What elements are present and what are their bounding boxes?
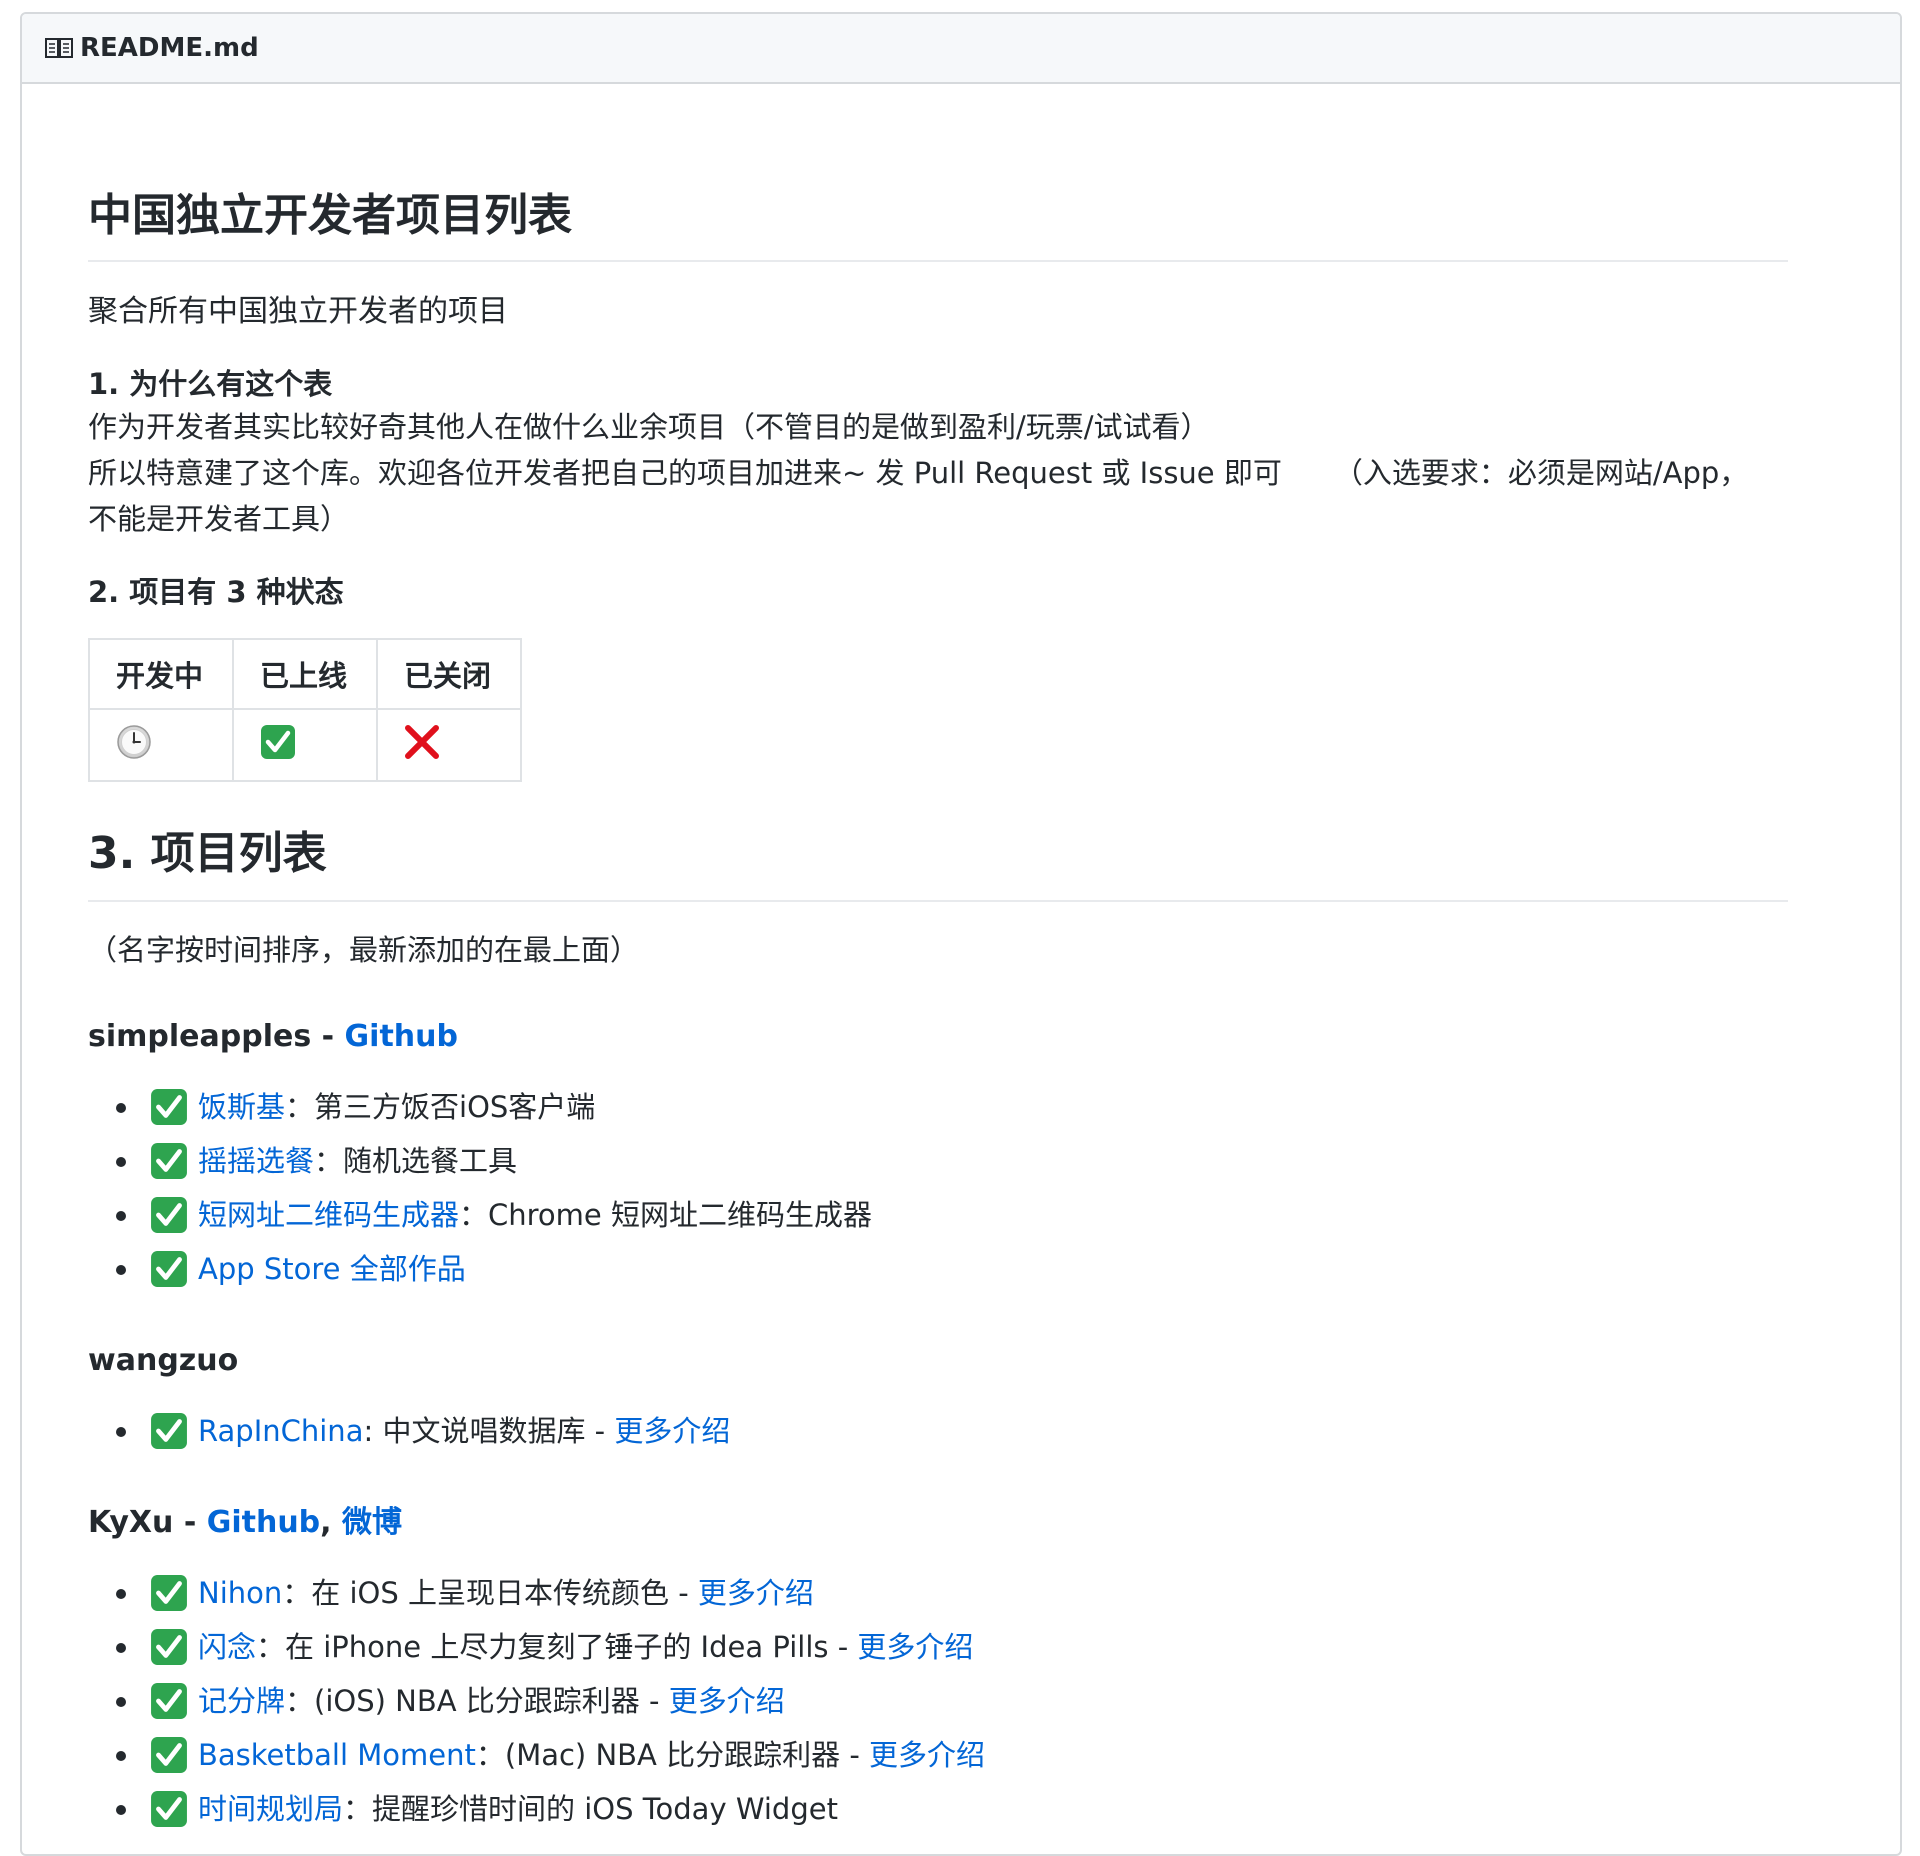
more-info-link[interactable]: 更多介绍 <box>869 1728 985 1782</box>
readme-header: README.md <box>22 14 1900 84</box>
check-icon <box>150 1574 188 1612</box>
list-item: 闪念 ：在 iPhone 上尽力复刻了锤子的 Idea Pills - 更多介绍 <box>88 1620 1788 1674</box>
section1-line2b: （入选要求：必须是网站/App， <box>1333 456 1749 490</box>
check-icon <box>150 1412 188 1450</box>
author-name: simpleapples <box>88 1019 312 1054</box>
status-cell-closed <box>376 708 522 782</box>
list-item: 饭斯基 ：第三方饭否iOS客户端 <box>88 1080 1788 1134</box>
bullet-icon <box>116 1427 126 1437</box>
bullet-icon <box>116 1589 126 1599</box>
project-desc: ：在 iOS 上呈现日本传统颜色 - <box>282 1576 698 1610</box>
project-link[interactable]: 记分牌 <box>198 1674 285 1728</box>
section1-heading: 1. 为什么有这个表 <box>88 367 333 401</box>
section1-line2: 所以特意建了这个库。欢迎各位开发者把自己的项目加进来~ 发 Pull Reque… <box>88 450 1788 496</box>
status-cell-dev <box>88 708 234 782</box>
project-link[interactable]: 饭斯基 <box>198 1080 285 1134</box>
list-item: Nihon ：在 iOS 上呈现日本传统颜色 - 更多介绍 <box>88 1566 1788 1620</box>
author-separator: - <box>311 1019 345 1054</box>
author-weibo-link[interactable]: 微博 <box>342 1505 402 1540</box>
book-icon <box>44 36 74 60</box>
bullet-icon <box>116 1805 126 1815</box>
author-simpleapples: simpleapples - Github <box>88 1012 1788 1062</box>
author-name: KyXu <box>88 1505 174 1540</box>
status-header-dev: 开发中 <box>88 638 234 710</box>
readme-content: 中国独立开发者项目列表 聚合所有中国独立开发者的项目 1. 为什么有这个表 作为… <box>88 124 1788 1836</box>
check-icon <box>150 1628 188 1666</box>
project-desc: ：第三方饭否iOS客户端 <box>285 1090 596 1124</box>
project-desc: ：提醒珍惜时间的 iOS Today Widget <box>343 1792 838 1826</box>
project-desc: ：随机选餐工具 <box>314 1144 518 1178</box>
project-desc: ：(Mac) NBA 比分跟踪利器 - <box>475 1738 870 1772</box>
bullet-icon <box>116 1103 126 1113</box>
check-icon <box>150 1790 188 1828</box>
bullet-icon <box>116 1265 126 1275</box>
project-link[interactable]: RapInChina <box>198 1404 363 1458</box>
page-subtitle: 聚合所有中国独立开发者的项目 <box>88 294 508 329</box>
section2-heading: 2. 项目有 3 种状态 <box>88 575 344 609</box>
project-link[interactable]: 时间规划局 <box>198 1782 343 1836</box>
more-info-link[interactable]: 更多介绍 <box>669 1674 785 1728</box>
list-item: RapInChina: 中文说唱数据库 - 更多介绍 <box>88 1404 1788 1458</box>
section3-note: （名字按时间排序，最新添加的在最上面） <box>88 933 640 967</box>
check-icon <box>150 1088 188 1126</box>
bullet-icon <box>116 1643 126 1653</box>
status-header-online: 已上线 <box>232 638 378 710</box>
list-item: 摇摇选餐 ：随机选餐工具 <box>88 1134 1788 1188</box>
author-github-link[interactable]: Github <box>207 1505 320 1540</box>
project-list-wangzuo: RapInChina: 中文说唱数据库 - 更多介绍 <box>88 1404 1788 1458</box>
check-icon <box>150 1682 188 1720</box>
section3-heading: 3. 项目列表 <box>88 820 1788 902</box>
project-link[interactable]: 短网址二维码生成器 <box>198 1188 459 1242</box>
check-icon <box>150 1736 188 1774</box>
list-item: Basketball Moment ：(Mac) NBA 比分跟踪利器 - 更多介… <box>88 1728 1788 1782</box>
bullet-icon <box>116 1697 126 1707</box>
author-separator: - <box>173 1505 207 1540</box>
project-link[interactable]: Basketball Moment <box>198 1728 476 1782</box>
section1-line3: 不能是开发者工具） <box>88 502 350 536</box>
more-info-link[interactable]: 更多介绍 <box>614 1404 730 1458</box>
cross-icon <box>404 724 440 767</box>
status-cell-online <box>232 708 378 782</box>
clock-icon <box>116 724 152 767</box>
list-item: 短网址二维码生成器 ：Chrome 短网址二维码生成器 <box>88 1188 1788 1242</box>
check-icon <box>150 1250 188 1288</box>
status-table: 开发中 已上线 已关闭 <box>88 638 522 782</box>
page-title: 中国独立开发者项目列表 <box>88 176 1788 262</box>
check-icon <box>260 724 296 767</box>
list-item: 记分牌 ：(iOS) NBA 比分跟踪利器 - 更多介绍 <box>88 1674 1788 1728</box>
more-info-link[interactable]: 更多介绍 <box>857 1620 973 1674</box>
comma: , <box>320 1505 342 1540</box>
project-link[interactable]: 闪念 <box>198 1620 256 1674</box>
check-icon <box>150 1142 188 1180</box>
section1-line2a: 所以特意建了这个库。欢迎各位开发者把自己的项目加进来~ 发 Pull Reque… <box>88 456 1282 490</box>
list-item: 时间规划局 ：提醒珍惜时间的 iOS Today Widget <box>88 1782 1788 1836</box>
author-github-link[interactable]: Github <box>345 1019 458 1054</box>
project-desc: ：(iOS) NBA 比分跟踪利器 - <box>285 1684 669 1718</box>
file-name[interactable]: README.md <box>80 33 259 63</box>
project-link[interactable]: Nihon <box>198 1566 282 1620</box>
project-list-kyxu: Nihon ：在 iOS 上呈现日本传统颜色 - 更多介绍 闪念 ：在 iPhone… <box>88 1566 1788 1836</box>
more-info-link[interactable]: 更多介绍 <box>698 1566 814 1620</box>
project-desc: ：在 iPhone 上尽力复刻了锤子的 Idea Pills - <box>256 1630 858 1664</box>
author-wangzuo: wangzuo <box>88 1336 1788 1386</box>
check-icon <box>150 1196 188 1234</box>
project-desc: : 中文说唱数据库 - <box>363 1414 615 1448</box>
project-desc: ：Chrome 短网址二维码生成器 <box>459 1198 872 1232</box>
project-link[interactable]: 摇摇选餐 <box>198 1134 314 1188</box>
bullet-icon <box>116 1157 126 1167</box>
author-kyxu: KyXu - Github, 微博 <box>88 1498 1788 1548</box>
author-name: wangzuo <box>88 1343 239 1378</box>
bullet-icon <box>116 1211 126 1221</box>
status-header-closed: 已关闭 <box>376 638 522 710</box>
project-list-simpleapples: 饭斯基 ：第三方饭否iOS客户端 摇摇选餐 ：随机选餐工具 短网址二维码生成器 ：Ch… <box>88 1080 1788 1296</box>
list-item: App Store 全部作品 <box>88 1242 1788 1296</box>
section1-line1: 作为开发者其实比较好奇其他人在做什么业余项目（不管目的是做到盈利/玩票/试试看） <box>88 410 1210 444</box>
project-link[interactable]: App Store 全部作品 <box>198 1242 466 1296</box>
bullet-icon <box>116 1751 126 1761</box>
